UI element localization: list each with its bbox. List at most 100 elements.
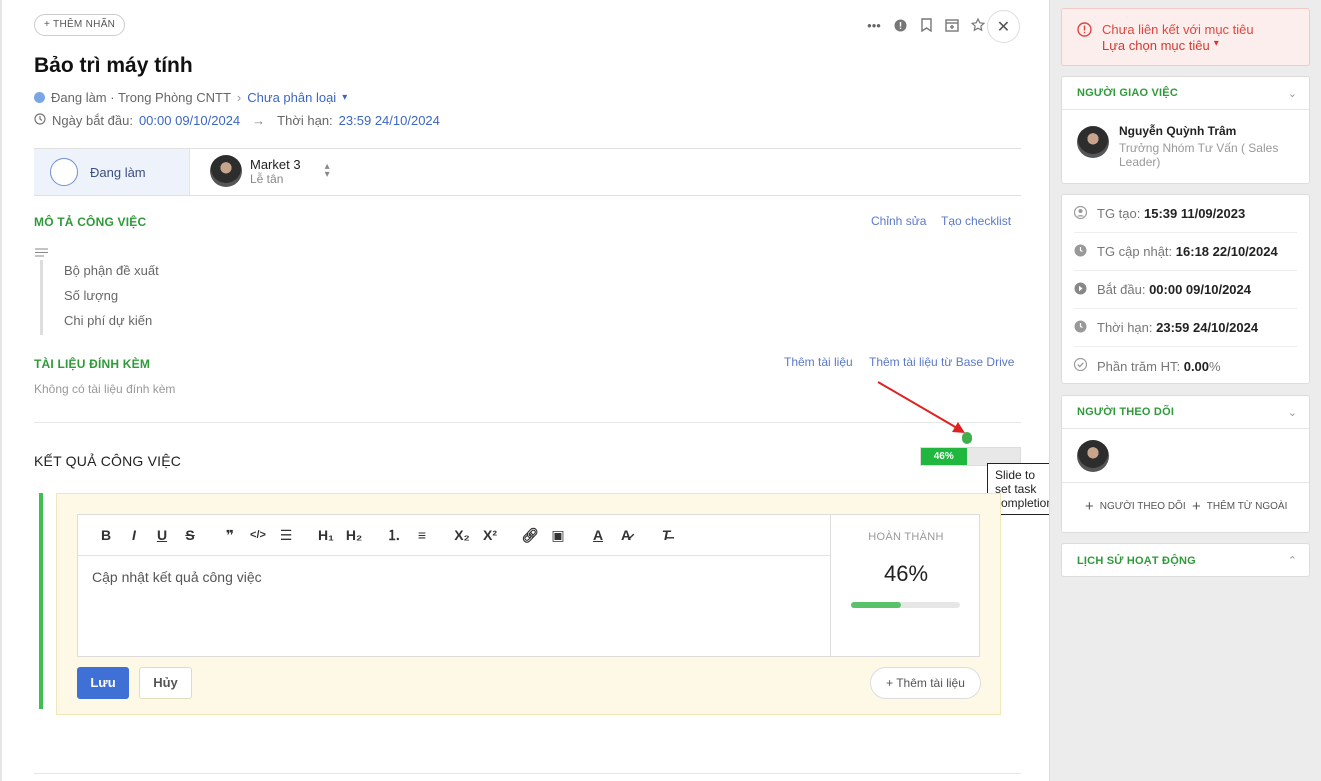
followers-header[interactable]: NGƯỜI THEO DÕI ⌄ bbox=[1062, 396, 1309, 429]
avatar bbox=[210, 155, 242, 187]
heading2-icon[interactable]: H₂ bbox=[340, 527, 368, 543]
save-button[interactable]: Lưu bbox=[77, 667, 129, 699]
followers-card: NGƯỜI THEO DÕI ⌄ + NGƯỜI THEO DÕI + THÊM… bbox=[1061, 395, 1310, 533]
highlight-icon[interactable]: A̷ bbox=[612, 527, 640, 543]
align-icon[interactable]: ☰ bbox=[272, 527, 300, 544]
status-label: Đang làm bbox=[90, 164, 146, 180]
deadline-label: Thời hạn: bbox=[277, 113, 333, 128]
sort-icon[interactable]: ▴ ▾ bbox=[325, 162, 330, 180]
add-document-button[interactable]: + Thêm tài liệu bbox=[870, 667, 981, 699]
image-icon[interactable]: ▣ bbox=[544, 527, 572, 544]
goal-select-link[interactable]: Lựa chọn mục tiêu ▾ bbox=[1102, 38, 1219, 53]
task-info-card: TG tạo: 15:39 11/09/2023 TG cập nhật: 16… bbox=[1061, 194, 1310, 384]
followers-title: NGƯỜI THEO DÕI bbox=[1077, 406, 1175, 418]
start-value: 00:00 09/10/2024 bbox=[1149, 282, 1251, 297]
code-icon[interactable]: </> bbox=[244, 529, 272, 541]
assigner-card: NGƯỜI GIAO VIỆC ⌄ Nguyễn Quỳnh Trâm Trưở… bbox=[1061, 76, 1310, 184]
bold-icon[interactable]: B bbox=[92, 527, 120, 543]
close-icon: ✕ bbox=[996, 18, 1011, 36]
description-line: Bộ phận đề xuất bbox=[64, 263, 159, 278]
category-link[interactable]: Chưa phân loại bbox=[247, 90, 336, 105]
chevron-right-icon: › bbox=[236, 90, 242, 105]
link-icon[interactable]: 🔗︎ bbox=[516, 527, 544, 544]
task-status-line: Đang làm · Trong Phòng CNTT › Chưa phân … bbox=[34, 90, 347, 105]
clear-format-icon[interactable]: T̶ bbox=[652, 527, 680, 543]
ordered-list-icon[interactable]: ⒈ bbox=[380, 525, 408, 545]
heading1-icon[interactable]: H₁ bbox=[312, 527, 340, 543]
status-bar: Đang làm Market 3 Lễ tân ▴ ▾ bbox=[34, 148, 1021, 196]
subscript-icon[interactable]: X₂ bbox=[448, 527, 476, 543]
result-accent-bar bbox=[39, 493, 43, 709]
play-icon bbox=[1074, 282, 1087, 298]
add-follower-button[interactable]: + NGƯỜI THEO DÕI bbox=[1085, 498, 1186, 515]
underline-icon[interactable]: U bbox=[148, 527, 176, 543]
bullet-list-icon[interactable]: ≡ bbox=[408, 527, 436, 543]
alert-icon bbox=[1077, 22, 1092, 42]
status-circle-icon bbox=[50, 158, 78, 186]
plus-icon: + bbox=[1085, 498, 1094, 515]
chevron-down-icon: ⌄ bbox=[1287, 87, 1297, 100]
chevron-down-icon: ▾ bbox=[1213, 38, 1219, 49]
create-checklist-link[interactable]: Tạo checklist bbox=[941, 214, 1011, 228]
task-actions: ••• bbox=[866, 17, 986, 33]
sidebar: Chưa liên kết với mục tiêu Lựa chọn mục … bbox=[1049, 0, 1321, 781]
task-detail-panel: + THÊM NHÃN ••• ✕ Bảo trì máy tính Đang … bbox=[0, 0, 1062, 781]
clock-icon bbox=[34, 113, 46, 128]
divider bbox=[34, 773, 1021, 774]
add-drive-document-link[interactable]: Thêm tài liệu từ Base Drive bbox=[869, 355, 1014, 369]
slider-thumb[interactable] bbox=[962, 432, 972, 444]
star-icon[interactable] bbox=[970, 17, 986, 33]
add-tag-button[interactable]: + THÊM NHÃN bbox=[34, 14, 126, 36]
status-dot-icon bbox=[34, 92, 45, 103]
chevron-down-icon: ▾ bbox=[342, 92, 348, 103]
history-header[interactable]: LỊCH SỬ HOẠT ĐỘNG ⌃ bbox=[1062, 544, 1309, 577]
assigner-title: NGƯỜI GIAO VIỆC bbox=[1077, 87, 1178, 99]
edit-description-link[interactable]: Chỉnh sửa bbox=[871, 214, 926, 228]
completion-slider-fill: 46% bbox=[921, 448, 967, 465]
deadline-value[interactable]: 23:59 24/10/2024 bbox=[339, 113, 440, 128]
calendar-icon[interactable] bbox=[944, 17, 960, 33]
cancel-button[interactable]: Hủy bbox=[139, 667, 192, 699]
completion-value: 46% bbox=[883, 561, 929, 586]
status-toggle[interactable]: Đang làm bbox=[34, 149, 190, 195]
plus-icon: + bbox=[1192, 498, 1201, 515]
start-label: Bắt đầu: bbox=[1097, 282, 1146, 297]
editor-toolbar: B I U S ❞ </> ☰ H₁ H₂ ⒈ ≡ X₂ X² 🔗︎ ▣ A A… bbox=[78, 515, 830, 556]
close-button[interactable]: ✕ bbox=[987, 10, 1020, 43]
superscript-icon[interactable]: X² bbox=[476, 527, 504, 543]
assigner-header[interactable]: NGƯỜI GIAO VIỆC ⌄ bbox=[1062, 77, 1309, 110]
history-card: LỊCH SỬ HOẠT ĐỘNG ⌃ bbox=[1061, 543, 1310, 577]
history-title: LỊCH SỬ HOẠT ĐỘNG bbox=[1077, 554, 1196, 567]
more-icon[interactable]: ••• bbox=[866, 17, 882, 33]
description-line: Chi phí dự kiến bbox=[64, 313, 153, 328]
status-text: Đang làm · Trong Phòng CNTT bbox=[51, 90, 231, 105]
updated-value: 16:18 22/10/2024 bbox=[1175, 244, 1278, 259]
add-external-button[interactable]: + THÊM TỪ NGOÀI bbox=[1192, 498, 1287, 515]
user-icon bbox=[1073, 205, 1088, 222]
completion-bar bbox=[851, 602, 960, 608]
description-title: MÔ TẢ CÔNG VIỆC bbox=[34, 215, 147, 229]
start-label: Ngày bắt đầu: bbox=[52, 113, 133, 128]
clock-icon bbox=[1074, 244, 1087, 260]
start-value[interactable]: 00:00 09/10/2024 bbox=[139, 113, 240, 128]
percent-value: 0.00 bbox=[1183, 358, 1210, 374]
start-row: Bắt đầu: 00:00 09/10/2024 bbox=[1074, 271, 1297, 309]
task-title: Bảo trì máy tính bbox=[34, 54, 193, 77]
updated-label: TG cập nhật: bbox=[1097, 244, 1173, 259]
quote-icon[interactable]: ❞ bbox=[216, 527, 244, 544]
alert-icon[interactable] bbox=[892, 17, 908, 33]
completion-bar-fill bbox=[851, 602, 902, 608]
strikethrough-icon[interactable]: S bbox=[176, 527, 204, 543]
percent-row: Phần trăm HT: 0.00% bbox=[1073, 347, 1297, 385]
arrow-right-icon: → bbox=[252, 113, 266, 128]
updated-time-row: TG cập nhật: 16:18 22/10/2024 bbox=[1074, 233, 1297, 271]
assignee-role: Lễ tân bbox=[250, 171, 284, 186]
font-color-icon[interactable]: A bbox=[584, 527, 612, 543]
bookmark-icon[interactable] bbox=[918, 17, 934, 33]
add-document-link[interactable]: Thêm tài liệu bbox=[784, 355, 853, 369]
italic-icon[interactable]: I bbox=[120, 527, 148, 543]
percent-suffix: % bbox=[1209, 358, 1221, 374]
result-input[interactable]: Cập nhật kết quả công việc bbox=[92, 569, 262, 585]
assignee[interactable]: Market 3 Lễ tân ▴ ▾ bbox=[210, 155, 330, 187]
attachments-title: TÀI LIỆU ĐÍNH KÈM bbox=[34, 357, 151, 371]
